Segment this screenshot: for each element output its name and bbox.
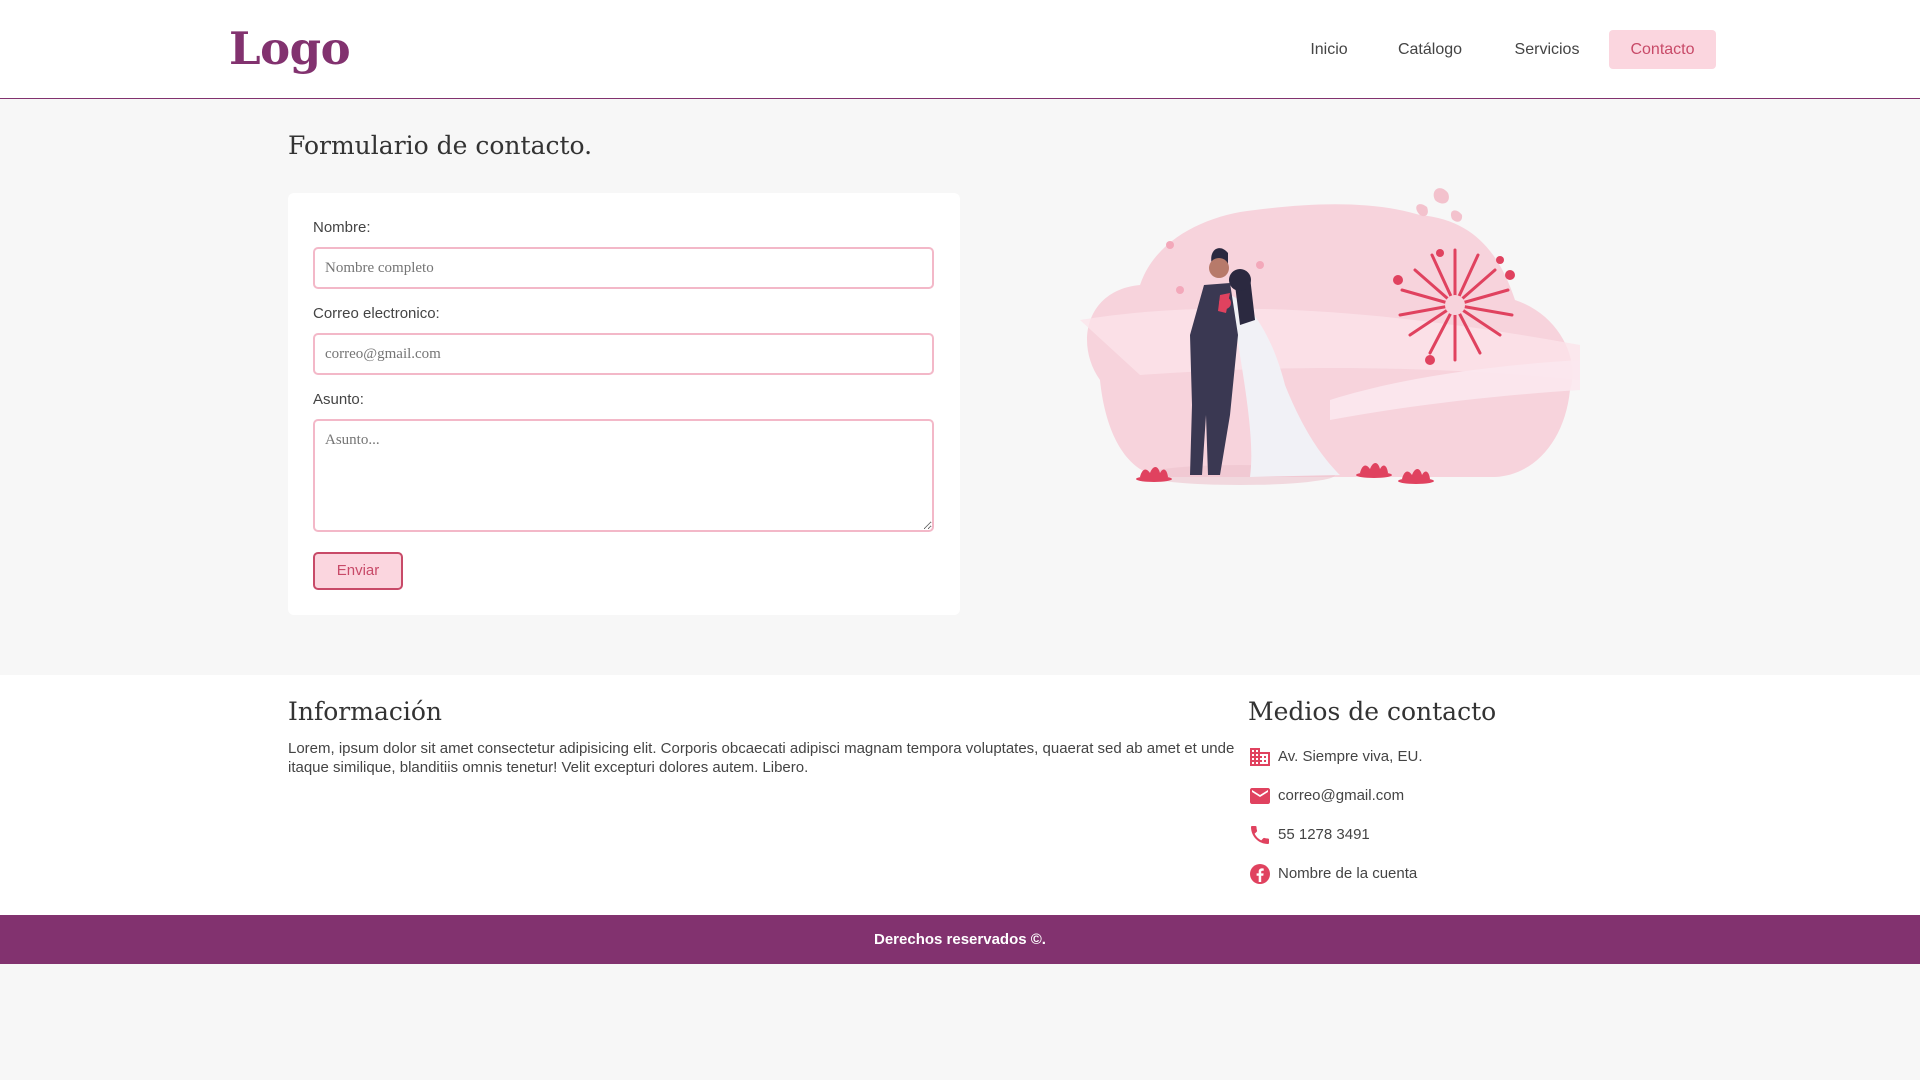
nav-catalogo[interactable]: Catálogo	[1388, 30, 1472, 69]
name-input[interactable]	[313, 247, 934, 289]
contact-facebook-text[interactable]: Nombre de la cuenta	[1278, 865, 1417, 882]
mail-icon	[1250, 788, 1270, 804]
info-title: Información	[288, 697, 442, 726]
nav-inicio[interactable]: Inicio	[1292, 30, 1366, 69]
wedding-couple-illustration	[1080, 188, 1580, 485]
contact-title: Medios de contacto	[1248, 697, 1497, 726]
send-button[interactable]: Enviar	[313, 552, 403, 590]
main-nav: Inicio Catálogo Servicios Contacto	[0, 30, 1920, 70]
site-header: Logo Inicio Catálogo Servicios Contacto	[0, 0, 1920, 99]
footer-info: Información Lorem, ipsum dolor sit amet …	[0, 675, 1920, 915]
contact-form: Nombre: Correo electronico: Asunto: Envi…	[288, 193, 960, 615]
facebook-icon	[1250, 864, 1270, 884]
contact-address-text: Av. Siempre viva, EU.	[1278, 748, 1423, 765]
copyright-bar: Derechos reservados ©.	[0, 915, 1920, 964]
subject-label: Asunto:	[313, 391, 364, 408]
building-icon	[1250, 748, 1270, 766]
nav-contacto[interactable]: Contacto	[1609, 30, 1716, 69]
subject-textarea[interactable]	[313, 419, 934, 532]
info-text: Lorem, ipsum dolor sit amet consectetur …	[288, 740, 1235, 776]
copyright-text: Derechos reservados ©.	[874, 931, 1046, 948]
contact-email-text[interactable]: correo@gmail.com	[1278, 787, 1404, 804]
page-title: Formulario de contacto.	[288, 131, 593, 160]
nav-servicios[interactable]: Servicios	[1502, 30, 1592, 69]
email-label: Correo electronico:	[313, 305, 440, 322]
phone-icon	[1251, 826, 1269, 844]
email-input[interactable]	[313, 333, 934, 375]
contact-phone-text[interactable]: 55 1278 3491	[1278, 826, 1370, 843]
name-label: Nombre:	[313, 219, 371, 236]
